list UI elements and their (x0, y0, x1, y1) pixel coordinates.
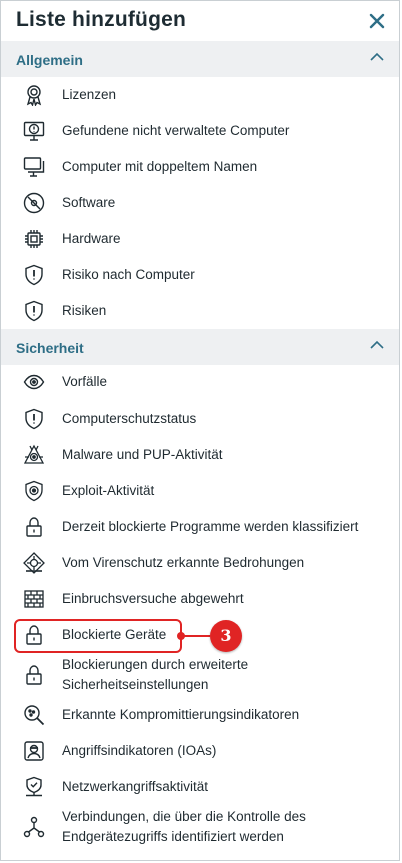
list-item-label: Hardware (62, 231, 121, 246)
section-header-sicherheit[interactable]: Sicherheit (1, 329, 399, 365)
list-item-unmanaged-computers[interactable]: Gefundene nicht verwaltete Computer (1, 113, 399, 149)
list-item-ioa[interactable]: Angriffsindikatoren (IOAs) (1, 733, 399, 769)
section-header-allgemein[interactable]: Allgemein (1, 41, 399, 77)
list-item-label: Computer mit doppeltem Namen (62, 159, 258, 174)
lock-icon (23, 664, 45, 686)
list-item-label-line1: Blockierungen durch erweiterte (62, 657, 249, 672)
panel-header: Liste hinzufügen (1, 1, 399, 41)
shield-alert-icon (23, 300, 45, 322)
panel-title: Liste hinzufügen (16, 8, 187, 31)
list-item-label: Malware und PUP-Aktivität (62, 447, 223, 462)
list-item-lizenzen[interactable]: Lizenzen (1, 77, 399, 113)
list-item-label: Risiken (62, 303, 107, 318)
list-item-label-line2: Sicherheitseinstellungen (62, 677, 209, 692)
list-item-duplicate-names[interactable]: Computer mit doppeltem Namen (1, 149, 399, 185)
section-title: Sicherheit (16, 340, 84, 356)
list-item-software[interactable]: Software (1, 185, 399, 221)
eye-icon (23, 371, 45, 393)
malware-icon (23, 444, 45, 466)
search-ioc-icon (23, 704, 45, 726)
list-item-label: Netzwerkangriffsaktivität (62, 779, 209, 794)
list-item-risks[interactable]: Risiken (1, 293, 399, 329)
list-item-label: Gefundene nicht verwaltete Computer (62, 123, 290, 138)
list-item-intrusions-blocked[interactable]: Einbruchsversuche abgewehrt (1, 581, 399, 617)
list-item-blocked-programs[interactable]: Derzeit blockierte Programme werden klas… (1, 509, 399, 545)
list-item-label: Vorfälle (62, 374, 108, 389)
list-item-label: Exploit-Aktivität (62, 483, 155, 498)
list-item-label-line1: Verbindungen, die über die Kontrolle des (62, 809, 306, 824)
list-item-ioc[interactable]: Erkannte Kompromittierungsindikatoren (1, 697, 399, 733)
callout-dot (177, 632, 185, 640)
duplicate-monitor-icon (23, 156, 45, 178)
list-item-label: Angriffsindikatoren (IOAs) (62, 743, 217, 758)
exploit-icon (23, 480, 45, 502)
network-nodes-icon (23, 816, 45, 838)
attacker-icon (23, 740, 45, 762)
list-item-label: Software (62, 195, 116, 210)
chevron-up-icon[interactable] (370, 52, 384, 62)
chip-icon (23, 228, 45, 250)
list-item-hardware[interactable]: Hardware (1, 221, 399, 257)
close-icon[interactable] (369, 13, 385, 29)
list-item-label-line2: Endgerätezugriffs identifiziert werden (62, 829, 284, 844)
list-item-network-attacks[interactable]: Netzwerkangriffsaktivität (1, 769, 399, 805)
disc-icon (23, 192, 45, 214)
section-title: Allgemein (16, 52, 83, 68)
monitor-alert-icon (23, 120, 45, 142)
list-item-label: Computerschutzstatus (62, 411, 197, 426)
callout-badge: 3 (210, 620, 242, 652)
license-icon (23, 84, 45, 106)
list-item-risk-by-computer[interactable]: Risiko nach Computer (1, 257, 399, 293)
list-item-label: Derzeit blockierte Programme werden klas… (62, 519, 359, 534)
firewall-icon (23, 588, 45, 610)
network-shield-icon (23, 776, 45, 798)
list-item-label: Erkannte Kompromittierungsindikatoren (62, 707, 300, 722)
shield-alert-icon (23, 264, 45, 286)
list-item-av-threats[interactable]: Vom Virenschutz erkannte Bedrohungen (1, 545, 399, 581)
list-item-advanced-security-blocks[interactable]: Blockierungen durch erweiterte Sicherhei… (1, 653, 399, 697)
shield-alert-icon (23, 408, 45, 430)
add-list-panel: Liste hinzufügen Allgemein Lizenzen Gefu… (0, 0, 400, 861)
list-item-label: Einbruchsversuche abgewehrt (62, 591, 244, 606)
highlight-frame (14, 619, 182, 653)
virus-icon (23, 552, 45, 574)
list-item-label: Lizenzen (62, 87, 117, 102)
list-item-protection-status[interactable]: Computerschutzstatus (1, 401, 399, 437)
list-item-label: Risiko nach Computer (62, 267, 195, 282)
list-item-malware-pup[interactable]: Malware und PUP-Aktivität (1, 437, 399, 473)
chevron-up-icon[interactable] (370, 340, 384, 350)
list-item-incidents[interactable]: Vorfälle (1, 365, 399, 401)
list-item-endpoint-access-connections[interactable]: Verbindungen, die über die Kontrolle des… (1, 805, 399, 849)
lock-icon (23, 516, 45, 538)
list-item-label: Vom Virenschutz erkannte Bedrohungen (62, 555, 305, 570)
list-item-exploit[interactable]: Exploit-Aktivität (1, 473, 399, 509)
